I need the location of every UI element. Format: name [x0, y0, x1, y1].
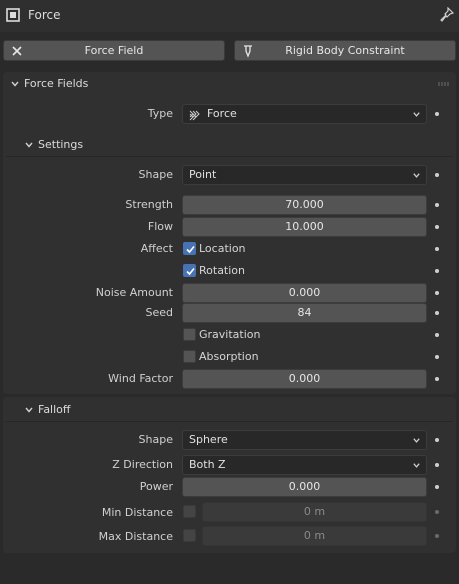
- shape-label: Shape: [138, 168, 173, 181]
- keyframe-dot[interactable]: [435, 291, 439, 295]
- drag-grip-icon[interactable]: [438, 82, 450, 86]
- wind-factor-label: Wind Factor: [108, 372, 173, 385]
- chevron-down-icon: [413, 438, 420, 443]
- pin-icon[interactable]: [440, 7, 454, 23]
- z-direction-dropdown[interactable]: Both Z: [182, 455, 427, 475]
- falloff-shape-dropdown[interactable]: Sphere: [182, 430, 427, 450]
- keyframe-dot[interactable]: [435, 438, 439, 442]
- settings-subpanel-title[interactable]: Settings: [38, 138, 83, 151]
- power-field[interactable]: 0.000: [182, 477, 427, 497]
- chevron-down-icon[interactable]: [10, 79, 20, 89]
- keyframe-dot[interactable]: [435, 355, 439, 359]
- max-distance-field[interactable]: 0 m: [202, 526, 427, 546]
- rotation-checkbox[interactable]: [183, 264, 196, 277]
- min-distance-field[interactable]: 0 m: [202, 502, 427, 522]
- wind-factor-field[interactable]: 0.000: [182, 369, 427, 389]
- rigid-body-constraint-button[interactable]: Rigid Body Constraint: [234, 40, 456, 61]
- force-field-icon: [189, 110, 200, 121]
- falloff-panel-title[interactable]: Falloff: [38, 403, 70, 416]
- type-value: Force: [207, 107, 237, 120]
- falloff-shape-label: Shape: [138, 433, 173, 446]
- shape-value: Point: [189, 168, 217, 181]
- keyframe-dot[interactable]: [435, 377, 439, 381]
- affect-label: Affect: [140, 242, 173, 255]
- z-direction-label: Z Direction: [112, 458, 173, 471]
- seed-field[interactable]: 84: [182, 303, 427, 323]
- noise-amount-label: Noise Amount: [95, 286, 173, 299]
- header-title: Force: [28, 8, 61, 22]
- noise-amount-field[interactable]: 0.000: [182, 283, 427, 303]
- keyframe-dot[interactable]: [435, 173, 439, 177]
- chevron-down-icon[interactable]: [24, 140, 34, 150]
- type-label: Type: [147, 107, 173, 120]
- gravitation-label[interactable]: Gravitation: [199, 328, 260, 341]
- keyframe-dot[interactable]: [435, 225, 439, 229]
- strength-field[interactable]: 70.000: [182, 195, 427, 215]
- divider: [6, 156, 453, 157]
- keyframe-dot[interactable]: [435, 463, 439, 467]
- chevron-down-icon: [413, 173, 420, 178]
- remove-force-field-button[interactable]: Force Field: [3, 40, 225, 61]
- strength-label: Strength: [125, 198, 173, 211]
- gravitation-checkbox[interactable]: [183, 328, 196, 341]
- absorption-checkbox[interactable]: [183, 350, 196, 363]
- keyframe-dot[interactable]: [435, 485, 439, 489]
- checkmark-icon: [186, 245, 195, 254]
- min-distance-label: Min Distance: [101, 506, 173, 519]
- location-checkbox[interactable]: [183, 242, 196, 255]
- checkmark-icon: [186, 267, 195, 276]
- force-fields-panel-title[interactable]: Force Fields: [24, 77, 88, 90]
- properties-header: [0, 0, 459, 32]
- max-distance-label: Max Distance: [98, 530, 173, 543]
- falloff-shape-value: Sphere: [189, 433, 228, 446]
- use-max-distance-checkbox[interactable]: [183, 529, 196, 542]
- flow-label: Flow: [147, 220, 173, 233]
- keyframe-dot[interactable]: [435, 311, 439, 315]
- chevron-down-icon: [413, 112, 420, 117]
- use-min-distance-checkbox[interactable]: [183, 505, 196, 518]
- force-field-button-label: Force Field: [84, 44, 144, 57]
- chevron-down-icon: [413, 463, 420, 468]
- rigid-body-constraint-label: Rigid Body Constraint: [285, 44, 405, 57]
- absorption-label[interactable]: Absorption: [199, 350, 259, 363]
- physics-context-icon: [6, 8, 20, 22]
- power-label: Power: [139, 480, 173, 493]
- chevron-down-icon[interactable]: [24, 405, 34, 415]
- flow-field[interactable]: 10.000: [182, 217, 427, 237]
- z-direction-value: Both Z: [189, 458, 226, 471]
- keyframe-dot[interactable]: [435, 112, 439, 116]
- keyframe-dot[interactable]: [435, 534, 439, 538]
- keyframe-dot[interactable]: [435, 247, 439, 251]
- keyframe-dot[interactable]: [435, 269, 439, 273]
- keyframe-dot[interactable]: [435, 203, 439, 207]
- keyframe-dot[interactable]: [435, 333, 439, 337]
- divider: [6, 421, 453, 422]
- keyframe-dot[interactable]: [435, 510, 439, 514]
- rotation-label[interactable]: Rotation: [199, 264, 245, 277]
- seed-label: Seed: [145, 306, 174, 319]
- location-label[interactable]: Location: [199, 242, 246, 255]
- type-dropdown[interactable]: Force: [182, 104, 427, 124]
- shape-dropdown[interactable]: Point: [182, 165, 427, 185]
